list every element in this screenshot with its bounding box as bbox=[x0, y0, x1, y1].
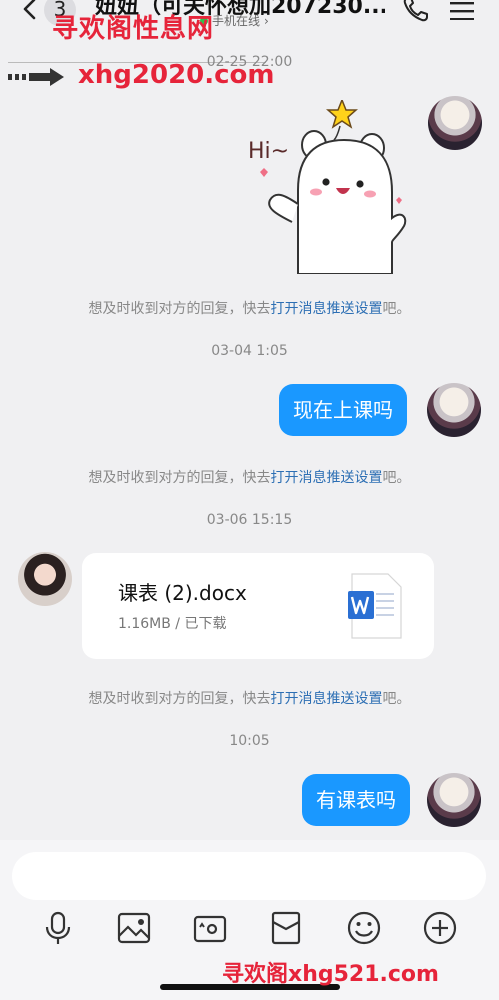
chevron-right-icon: › bbox=[264, 13, 269, 28]
push-setting-hint: 想及时收到对方的回复，快去打开消息推送设置吧。 bbox=[0, 298, 499, 318]
online-status-label: 手机在线 bbox=[212, 14, 261, 28]
avatar-contact[interactable] bbox=[18, 552, 72, 606]
watermark-top: 寻欢阁性息网 bbox=[52, 14, 215, 44]
microphone-icon[interactable] bbox=[40, 910, 76, 946]
push-setting-link[interactable]: 打开消息推送设置 bbox=[271, 301, 383, 317]
phone-icon[interactable] bbox=[402, 0, 430, 22]
push-setting-hint: 想及时收到对方的回复，快去打开消息推送设置吧。 bbox=[0, 467, 499, 487]
red-packet-icon[interactable] bbox=[268, 910, 304, 946]
hint-text: 想及时收到对方的回复，快去 bbox=[88, 470, 271, 486]
message-bubble-self[interactable]: 有课表吗 bbox=[302, 774, 410, 826]
push-setting-hint: 想及时收到对方的回复，快去打开消息推送设置吧。 bbox=[0, 688, 499, 708]
camera-icon[interactable] bbox=[192, 910, 228, 946]
sticker-text: Hi~ bbox=[248, 139, 289, 164]
timestamp: 02-25 22:00 bbox=[206, 54, 293, 70]
hi-sticker[interactable]: Hi~ bbox=[246, 100, 416, 274]
avatar-self[interactable] bbox=[427, 383, 481, 437]
avatar-self[interactable] bbox=[428, 96, 482, 150]
push-setting-link[interactable]: 打开消息推送设置 bbox=[271, 470, 383, 486]
plus-icon[interactable] bbox=[422, 910, 458, 946]
timestamp: 03-04 1:05 bbox=[211, 343, 288, 359]
emoji-icon[interactable] bbox=[346, 910, 382, 946]
push-setting-link[interactable]: 打开消息推送设置 bbox=[271, 691, 383, 707]
avatar-self[interactable] bbox=[427, 773, 481, 827]
hint-text: 想及时收到对方的回复，快去 bbox=[88, 691, 271, 707]
back-chevron-icon[interactable] bbox=[22, 0, 38, 22]
file-message-card[interactable]: 课表 (2).docx 1.16MB / 已下载 bbox=[82, 553, 434, 659]
hint-suffix: 吧。 bbox=[382, 301, 411, 317]
hint-text: 想及时收到对方的回复，快去 bbox=[88, 301, 271, 317]
file-meta: 1.16MB / 已下载 bbox=[118, 616, 227, 632]
watermark-bottom: 寻欢阁xhg521.com bbox=[222, 962, 439, 987]
word-doc-icon bbox=[348, 573, 402, 639]
message-input[interactable] bbox=[12, 852, 486, 900]
image-icon[interactable] bbox=[116, 910, 152, 946]
hint-suffix: 吧。 bbox=[382, 470, 411, 486]
menu-icon[interactable] bbox=[450, 2, 474, 20]
message-bubble-self[interactable]: 现在上课吗 bbox=[279, 384, 407, 436]
watermark-arrow-icon bbox=[8, 68, 64, 86]
hint-suffix: 吧。 bbox=[382, 691, 411, 707]
timestamp: 10:05 bbox=[229, 733, 270, 749]
timestamp: 03-06 15:15 bbox=[206, 512, 293, 528]
file-name: 课表 (2).docx bbox=[118, 581, 247, 605]
